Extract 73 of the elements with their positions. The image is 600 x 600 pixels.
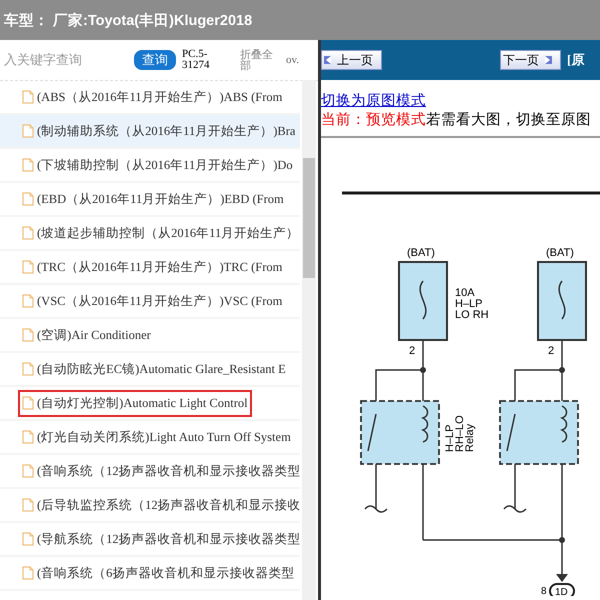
document-icon: [22, 192, 34, 206]
connector-badge: [549, 583, 575, 596]
pin-number: 2: [548, 345, 554, 357]
code-label: PC.5-31274: [182, 49, 210, 71]
relay-label: RH–LO: [454, 415, 466, 452]
source-label: (BAT): [407, 247, 435, 259]
list-item[interactable]: (自动防眩光EC镜)Automatic Glare_Resistant E: [18, 356, 290, 382]
list-item[interactable]: (后导轨监控系统（12扬声器收音机和显示接收: [18, 492, 300, 518]
item-label: (灯光自动关闭系统)Light Auto Turn Off System: [37, 428, 291, 446]
mode-hint: 若需看大图，切换至原图: [426, 112, 591, 128]
fuse-label: 10A: [455, 287, 475, 299]
document-icon: [22, 498, 34, 512]
document-icon: [22, 362, 34, 376]
list-row[interactable]: (自动灯光控制)Automatic Light Control: [0, 387, 300, 421]
list-item[interactable]: (坡道起步辅助控制（从2016年11月开始生产）: [18, 220, 300, 246]
pin-number: 8: [541, 586, 547, 596]
item-label: (EBD（从2016年11月开始生产）)EBD (From: [37, 190, 284, 208]
document-icon: [22, 532, 34, 546]
source-label: (BAT): [546, 247, 574, 259]
document-icon: [22, 430, 34, 444]
pin-number: 2: [409, 345, 416, 357]
document-icon: [22, 328, 34, 342]
document-icon: [22, 566, 34, 580]
document-icon: [22, 124, 34, 138]
list-item[interactable]: (TRC（从2016年11月开始生产）)TRC (From: [18, 254, 286, 280]
list-item[interactable]: (音响系统（6扬声器收音机和显示接收器类型: [18, 560, 298, 586]
collapse-all-button[interactable]: 折叠全部: [240, 49, 282, 71]
item-label: (后导轨监控系统（12扬声器收音机和显示接收: [37, 496, 300, 514]
item-label: (坡道起步辅助控制（从2016年11月开始生产）: [37, 224, 300, 242]
item-label: (TRC（从2016年11月开始生产）)TRC (From: [37, 258, 282, 276]
item-label: (音响系统（12扬声器收音机和显示接收器类型: [37, 462, 300, 480]
next-page-button[interactable]: 下一页: [500, 50, 561, 70]
list-item[interactable]: (自动灯光控制)Automatic Light Control: [18, 390, 252, 416]
item-label: (自动防眩光EC镜)Automatic Glare_Resistant E: [37, 360, 286, 378]
item-label: (ABS（从2016年11月开始生产）)ABS (From: [37, 88, 282, 106]
scrollbar-thumb[interactable]: [303, 158, 315, 278]
document-icon: [22, 294, 34, 308]
item-label: (导航系统（12扬声器收音机和显示接收器类型: [37, 530, 300, 548]
document-icon: [22, 226, 34, 240]
list-item[interactable]: (VSC（从2016年11月开始生产）)VSC (From: [18, 288, 286, 314]
window-title: 车型： 厂家:Toyota(丰田)Kluger2018: [4, 11, 252, 30]
fuse-label: H–LP: [455, 298, 483, 310]
previous-page-button[interactable]: 上一页: [321, 50, 382, 70]
item-label: (音响系统（6扬声器收音机和显示接收器类型: [37, 564, 294, 582]
document-icon: [22, 396, 34, 410]
item-label: (制动辅助系统（从2016年11月开始生产）)Bra: [37, 122, 296, 140]
list-item[interactable]: (ABS（从2016年11月开始生产）)ABS (From: [18, 84, 286, 110]
scrollbar[interactable]: [302, 80, 316, 600]
relay-label: H–LP: [444, 424, 456, 452]
list-item[interactable]: (空调)Air Conditioner: [18, 322, 155, 348]
document-icon: [22, 464, 34, 478]
mode-label: 当前：预览模式: [321, 112, 426, 128]
list-row[interactable]: (制动辅助系统（从2016年11月开始生产）)Bra: [0, 115, 300, 149]
list-item[interactable]: (导航系统（12扬声器收音机和显示接收器类型: [18, 526, 300, 552]
search-button[interactable]: 查询: [134, 50, 176, 70]
document-icon: [22, 90, 34, 104]
item-label: (VSC（从2016年11月开始生产）)VSC (From: [37, 292, 282, 310]
list-item[interactable]: (音响系统（12扬声器收音机和显示接收器类型: [18, 458, 300, 484]
item-label: (空调)Air Conditioner: [37, 326, 151, 344]
switch-mode-link[interactable]: 切换为原图模式: [321, 93, 426, 109]
item-label: (自动灯光控制)Automatic Light Control: [37, 394, 248, 412]
relay-label: Relay: [464, 424, 476, 452]
item-label: (下坡辅助控制（从2016年11月开始生产）)Do: [37, 156, 293, 174]
list-item[interactable]: (EBD（从2016年11月开始生产）)EBD (From: [18, 186, 288, 212]
list-item[interactable]: (下坡辅助控制（从2016年11月开始生产）)Do: [18, 152, 297, 178]
fuse-label: LO RH: [455, 309, 489, 321]
document-icon: [22, 158, 34, 172]
truncated-label: ov.: [286, 54, 300, 66]
list-item[interactable]: (灯光自动关闭系统)Light Auto Turn Off System: [18, 424, 295, 450]
document-icon: [22, 260, 34, 274]
connector-label: 1D: [555, 587, 568, 596]
original-link[interactable]: [原: [567, 51, 584, 69]
list-item[interactable]: (制动辅助系统（从2016年11月开始生产）)Bra: [18, 118, 300, 144]
